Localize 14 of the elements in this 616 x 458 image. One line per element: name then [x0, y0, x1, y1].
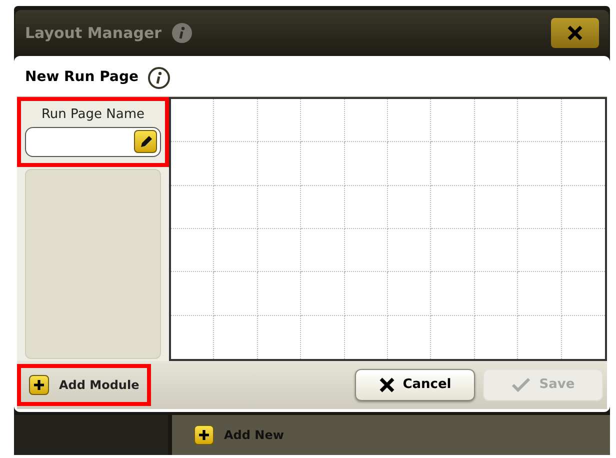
window-title: Layout Manager: [25, 22, 162, 44]
checkmark-icon: [511, 377, 532, 393]
info-icon[interactable]: [148, 66, 170, 88]
close-icon: [378, 377, 395, 393]
close-icon: [567, 25, 583, 41]
cancel-button[interactable]: Cancel: [355, 369, 475, 401]
add-module-button[interactable]: Add Module: [17, 364, 152, 406]
name-input-field[interactable]: [25, 126, 161, 156]
field-label: Run Page Name: [41, 106, 145, 124]
plus-icon: [29, 375, 49, 395]
pencil-icon[interactable]: [134, 130, 157, 153]
close-button[interactable]: [551, 18, 599, 48]
plus-icon: [194, 425, 214, 445]
dialog-title: New Run Page: [25, 68, 138, 87]
